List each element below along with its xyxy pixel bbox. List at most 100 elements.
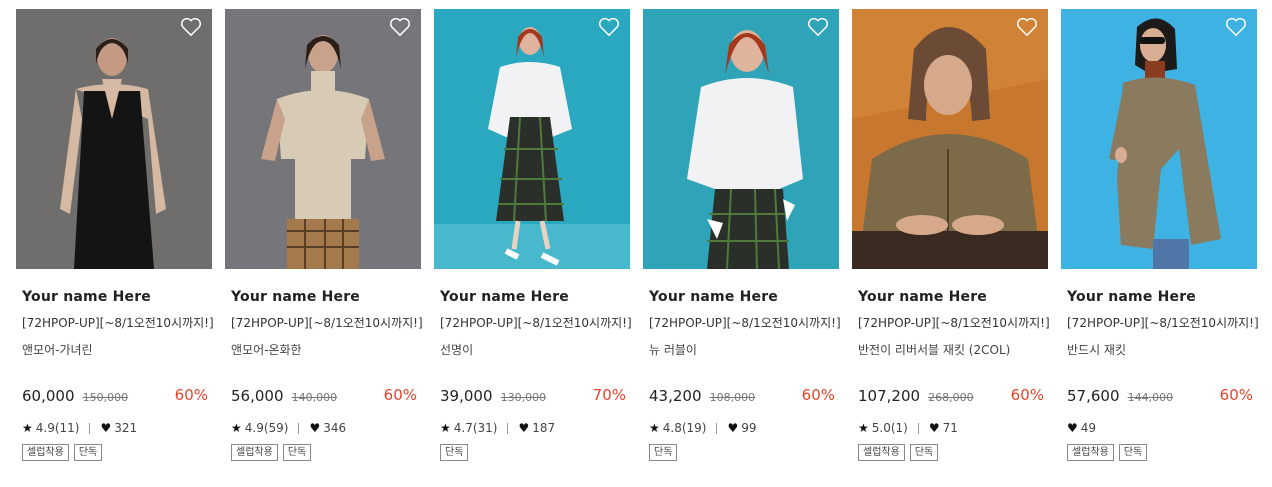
review-meta: ★ 4.9(59) ♥ 346 (225, 420, 421, 436)
model-illustration (225, 9, 421, 269)
star-icon: ★ (440, 421, 451, 435)
product-card[interactable]: Your name Here [72HPOP-UP][~8/1오전10시까지!]… (643, 9, 841, 461)
price-row: 39,000 130,000 70% (434, 386, 630, 406)
wishlist-heart-icon[interactable] (389, 17, 411, 37)
product-card[interactable]: Your name Here [72HPOP-UP][~8/1오전10시까지!]… (225, 9, 423, 461)
promo-label: [72HPOP-UP][~8/1오전10시까지!] (231, 316, 423, 330)
original-price: 140,000 (291, 391, 338, 404)
review-meta: ♥ 49 (1061, 420, 1257, 436)
price-row: 57,600 144,000 60% (1061, 386, 1257, 406)
wishlist-heart-icon[interactable] (598, 17, 620, 37)
tag-list: 셀럽착용 단독 (852, 444, 1048, 461)
tag-list: 셀럽착용 단독 (225, 444, 421, 461)
product-name[interactable]: 선명이 (434, 341, 630, 357)
brand-name[interactable]: Your name Here (643, 289, 839, 305)
product-card[interactable]: Your name Here [72HPOP-UP][~8/1오전10시까지!]… (16, 9, 214, 461)
price-row: 60,000 150,000 60% (16, 386, 212, 406)
product-photo[interactable] (434, 9, 630, 269)
brand-name[interactable]: Your name Here (852, 289, 1048, 305)
star-icon: ★ (649, 421, 660, 435)
promo-label: [72HPOP-UP][~8/1오전10시까지!] (440, 316, 632, 330)
likes-count: 187 (532, 421, 556, 435)
review-meta: ★ 4.8(19) ♥ 99 (643, 420, 839, 436)
original-price: 108,000 (709, 391, 756, 404)
brand-name[interactable]: Your name Here (225, 289, 421, 305)
tag-badge: 단독 (909, 444, 939, 461)
price-row: 43,200 108,000 60% (643, 386, 839, 406)
promo-label: [72HPOP-UP][~8/1오전10시까지!] (649, 316, 841, 330)
divider (507, 422, 509, 434)
divider (917, 422, 919, 434)
tag-badge: 단독 (73, 444, 103, 461)
model-illustration (434, 9, 630, 269)
rating-value: 4.8(19) (662, 421, 707, 435)
likes-count: 71 (942, 421, 958, 435)
wishlist-heart-icon[interactable] (180, 17, 202, 37)
discount-rate: 60% (1219, 386, 1253, 404)
review-meta: ★ 4.9(11) ♥ 321 (16, 420, 212, 436)
product-name[interactable]: 뉴 러블이 (643, 341, 839, 357)
rating-value: 5.0(1) (871, 421, 908, 435)
product-photo[interactable] (1061, 9, 1257, 269)
brand-name[interactable]: Your name Here (16, 289, 212, 305)
discount-rate: 70% (592, 386, 626, 404)
discount-rate: 60% (1010, 386, 1044, 404)
star-icon: ★ (231, 421, 242, 435)
tag-list: 단독 (643, 444, 839, 461)
product-photo[interactable] (643, 9, 839, 269)
brand-name[interactable]: Your name Here (1061, 289, 1257, 305)
original-price: 150,000 (82, 391, 129, 404)
heart-filled-icon: ♥ (928, 421, 940, 435)
review-meta: ★ 4.7(31) ♥ 187 (434, 420, 630, 436)
product-card[interactable]: Your name Here [72HPOP-UP][~8/1오전10시까지!]… (434, 9, 632, 461)
wishlist-heart-icon[interactable] (1225, 17, 1247, 37)
sale-price: 60,000 (22, 387, 75, 405)
sale-price: 43,200 (649, 387, 702, 405)
divider (298, 422, 300, 434)
product-photo[interactable] (16, 9, 212, 269)
likes-count: 346 (323, 421, 347, 435)
rating-value: 4.9(59) (244, 421, 289, 435)
tag-badge: 단독 (1118, 444, 1148, 461)
product-photo[interactable] (852, 9, 1048, 269)
original-price: 144,000 (1127, 391, 1174, 404)
heart-filled-icon: ♥ (1067, 421, 1078, 435)
star-icon: ★ (858, 421, 869, 435)
promo-label: [72HPOP-UP][~8/1오전10시까지!] (22, 316, 214, 330)
review-meta: ★ 5.0(1) ♥ 71 (852, 420, 1048, 436)
heart-filled-icon: ♥ (727, 421, 739, 435)
wishlist-heart-icon[interactable] (807, 17, 829, 37)
product-name[interactable]: 반드시 재킷 (1061, 341, 1257, 357)
model-illustration (852, 9, 1048, 269)
likes-count: 49 (1080, 421, 1097, 435)
sale-price: 39,000 (440, 387, 493, 405)
promo-label: [72HPOP-UP][~8/1오전10시까지!] (1067, 316, 1259, 330)
discount-rate: 60% (174, 386, 208, 404)
model-illustration (643, 9, 839, 269)
product-card[interactable]: Your name Here [72HPOP-UP][~8/1오전10시까지!]… (1061, 9, 1259, 461)
divider (716, 422, 718, 434)
tag-list: 셀럽착용 단독 (16, 444, 212, 461)
tag-badge: 셀럽착용 (1067, 444, 1114, 461)
tag-badge: 단독 (282, 444, 312, 461)
product-name[interactable]: 앤모어-가녀린 (16, 341, 212, 357)
brand-name[interactable]: Your name Here (434, 289, 630, 305)
tag-badge: 단독 (649, 444, 678, 461)
tag-list: 단독 (434, 444, 630, 461)
product-card[interactable]: Your name Here [72HPOP-UP][~8/1오전10시까지!]… (852, 9, 1050, 461)
likes-count: 321 (114, 421, 138, 435)
product-name[interactable]: 앤모어-온화한 (225, 341, 421, 357)
sale-price: 57,600 (1067, 387, 1120, 405)
product-photo[interactable] (225, 9, 421, 269)
divider (89, 422, 91, 434)
product-grid: Your name Here [72HPOP-UP][~8/1오전10시까지!]… (0, 0, 1272, 487)
model-illustration (16, 9, 212, 269)
wishlist-heart-icon[interactable] (1016, 17, 1038, 37)
tag-list: 셀럽착용 단독 (1061, 444, 1257, 461)
heart-filled-icon: ♥ (518, 421, 530, 435)
heart-filled-icon: ♥ (100, 421, 112, 435)
original-price: 130,000 (500, 391, 547, 404)
discount-rate: 60% (383, 386, 417, 404)
likes-count: 99 (741, 421, 757, 435)
product-name[interactable]: 반전이 리버서블 재킷 (2COL) (852, 341, 1048, 357)
